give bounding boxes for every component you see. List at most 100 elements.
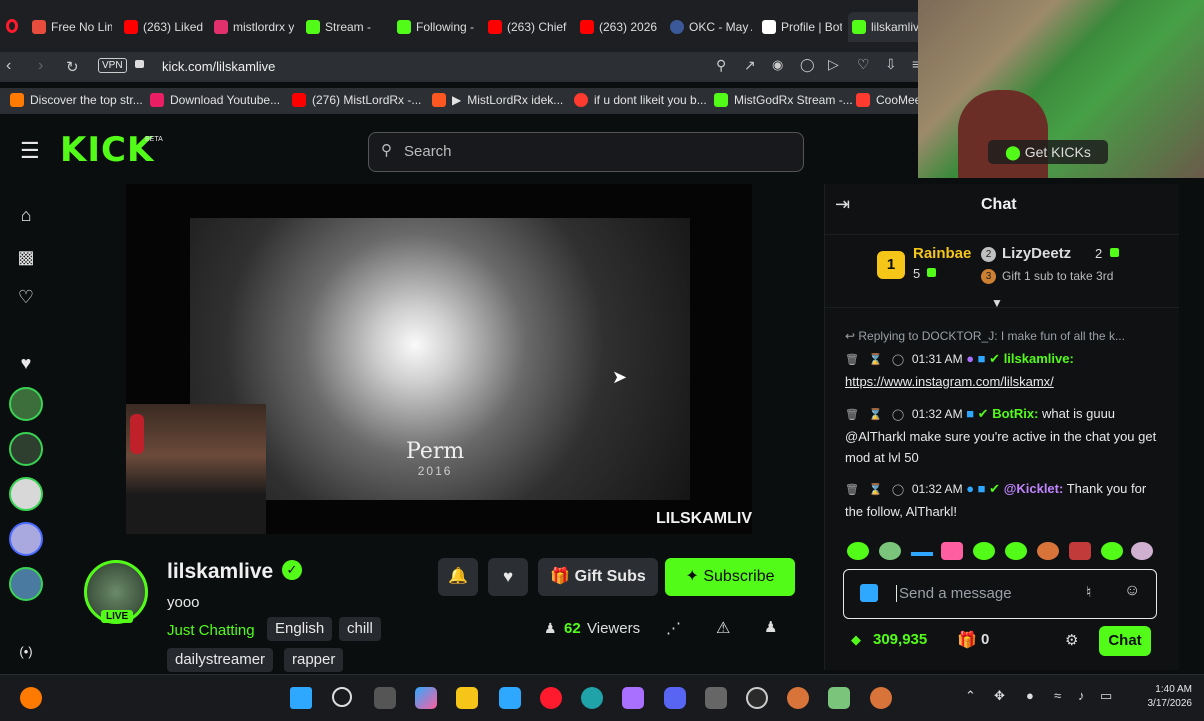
app-icon[interactable]: [499, 687, 521, 709]
category-link[interactable]: Just Chatting: [167, 622, 255, 639]
discord-icon[interactable]: [664, 687, 686, 709]
chat-link[interactable]: https://www.instagram.com/lilskamx/: [845, 374, 1054, 389]
browser-tab[interactable]: (263) 2026 d: [580, 12, 660, 42]
app-icon[interactable]: [787, 687, 809, 709]
emote-icon[interactable]: [1101, 542, 1123, 560]
followed-heart-icon[interactable]: ♥: [14, 351, 38, 375]
url-field[interactable]: kick.com/lilskamlive: [162, 59, 275, 74]
tag[interactable]: rapper: [284, 648, 344, 672]
chat-send-button[interactable]: Chat: [1099, 626, 1151, 656]
browser-logo-icon[interactable]: [6, 19, 18, 33]
chat-username[interactable]: @Kicklet:: [1004, 481, 1064, 496]
emote-icon[interactable]: [1069, 542, 1091, 560]
kick-logo[interactable]: KICK: [60, 130, 154, 170]
tag[interactable]: dailystreamer: [167, 648, 274, 672]
opera-icon[interactable]: [540, 687, 562, 709]
start-icon[interactable]: [290, 687, 312, 709]
search-input[interactable]: Search: [404, 143, 452, 160]
channel-name[interactable]: lilskamlive: [167, 560, 273, 584]
translate-icon[interactable]: ♮: [1086, 583, 1091, 601]
browser-tab[interactable]: Profile | Bot: [762, 12, 842, 42]
file-explorer-icon[interactable]: [456, 687, 478, 709]
chat-username[interactable]: BotRix:: [992, 406, 1038, 421]
home-icon[interactable]: ⌂: [14, 203, 38, 227]
search-taskbar-icon[interactable]: [332, 687, 352, 707]
volume-icon[interactable]: ♪: [1078, 688, 1085, 703]
emote-icon[interactable]: [847, 542, 869, 560]
browser-tab[interactable]: Following - L: [397, 12, 477, 42]
pinned-expand-icon[interactable]: ▼: [991, 296, 1003, 310]
task-view-icon[interactable]: [374, 687, 396, 709]
following-heart-icon[interactable]: ♡: [14, 285, 38, 309]
app-icon[interactable]: [870, 687, 892, 709]
obs-icon[interactable]: [746, 687, 768, 709]
emote-icon[interactable]: [911, 552, 933, 556]
second-gifter-name[interactable]: LizyDeetz: [1002, 245, 1071, 262]
browser-tab[interactable]: (263) Chief K: [488, 12, 570, 42]
camera-icon[interactable]: ◉: [772, 57, 783, 73]
emote-icon[interactable]: [1131, 542, 1153, 560]
widget-icon[interactable]: [20, 687, 42, 709]
video-player[interactable]: Perm 2016 LILSKAMLIVE ➤: [126, 184, 752, 534]
clock[interactable]: 1:40 AM 3/17/2026: [1132, 683, 1193, 711]
channel-points[interactable]: 309,935: [873, 631, 927, 648]
bookmark[interactable]: MistGodRx Stream -...: [714, 93, 853, 107]
back-icon[interactable]: ‹: [6, 57, 11, 75]
copilot-icon[interactable]: [415, 687, 437, 709]
app-icon[interactable]: [828, 687, 850, 709]
edge-icon[interactable]: [581, 687, 603, 709]
collapse-chat-icon[interactable]: ⇥: [835, 194, 850, 215]
chat-settings-icon[interactable]: ⚙: [1065, 631, 1078, 649]
chat-input-box[interactable]: Send a message ♮ ☺: [843, 569, 1157, 619]
emoji-icon[interactable]: ☺: [1124, 582, 1140, 600]
hamburger-menu-icon[interactable]: ☰: [20, 138, 40, 164]
browser-tab[interactable]: Stream -: [306, 12, 386, 42]
subscribe-button[interactable]: ✦ Subscribe: [665, 558, 795, 596]
emote-icon[interactable]: [879, 542, 901, 560]
share-icon[interactable]: ↗: [744, 57, 756, 74]
timeout-icon[interactable]: ⌛: [869, 354, 883, 366]
search-page-icon[interactable]: ⚲: [716, 57, 726, 74]
heart-icon[interactable]: ♡: [857, 56, 870, 73]
share-stream-icon[interactable]: ⋰: [666, 619, 681, 637]
delete-icon[interactable]: 🗑: [845, 354, 859, 366]
gift-box-icon[interactable]: 🎁: [957, 630, 977, 650]
delete-icon[interactable]: 🗑: [845, 484, 859, 496]
emote-icon[interactable]: [1037, 542, 1059, 560]
follow-button[interactable]: ♥: [488, 558, 528, 596]
timeout-icon[interactable]: ⌛: [869, 484, 883, 496]
tag[interactable]: chill: [339, 617, 381, 641]
bookmark[interactable]: if u dont likeit you b...: [574, 93, 707, 107]
browser-tab[interactable]: Free No Lim: [32, 12, 112, 42]
user-options-icon[interactable]: ♟: [764, 618, 777, 636]
emote-icon[interactable]: [973, 542, 995, 560]
vpn-badge[interactable]: VPN: [98, 58, 127, 73]
followed-channel-avatar[interactable]: [9, 477, 43, 511]
wifi-icon[interactable]: ≈: [1054, 688, 1061, 703]
search-box[interactable]: ⚲ Search: [368, 132, 804, 172]
timeout-icon[interactable]: ⌛: [869, 409, 883, 421]
followed-channel-avatar[interactable]: [9, 522, 43, 556]
ban-icon[interactable]: ◯: [892, 354, 904, 366]
battery-icon[interactable]: ▭: [1100, 688, 1112, 704]
browser-tab[interactable]: mistlordrx yo: [214, 12, 294, 42]
chat-message-input[interactable]: Send a message: [896, 585, 1012, 602]
tag[interactable]: English: [267, 617, 333, 641]
tray-app-icon[interactable]: ✥: [994, 688, 1005, 704]
browser-tab-active[interactable]: lilskamlive Strea: [848, 12, 922, 42]
collapse-sidebar-icon[interactable]: (•): [14, 640, 38, 664]
ban-icon[interactable]: ◯: [892, 484, 904, 496]
camera-app-icon[interactable]: [705, 687, 727, 709]
bookmark[interactable]: ▶ MistLordRx idek...: [432, 93, 563, 107]
forward-icon[interactable]: ›: [38, 57, 43, 75]
followed-channel-avatar[interactable]: [9, 432, 43, 466]
download-icon[interactable]: ⇩: [885, 56, 897, 73]
followed-channel-avatar[interactable]: [9, 567, 43, 601]
top-gifter-name[interactable]: Rainbae: [913, 245, 971, 262]
bookmark[interactable]: Discover the top str...: [10, 93, 143, 107]
kick-badge-icon[interactable]: [860, 584, 878, 602]
bookmark[interactable]: Download Youtube...: [150, 93, 280, 107]
emote-icon[interactable]: [941, 542, 963, 560]
followed-channel-avatar[interactable]: [9, 387, 43, 421]
bookmark[interactable]: (276) MistLordRx -...: [292, 93, 421, 107]
